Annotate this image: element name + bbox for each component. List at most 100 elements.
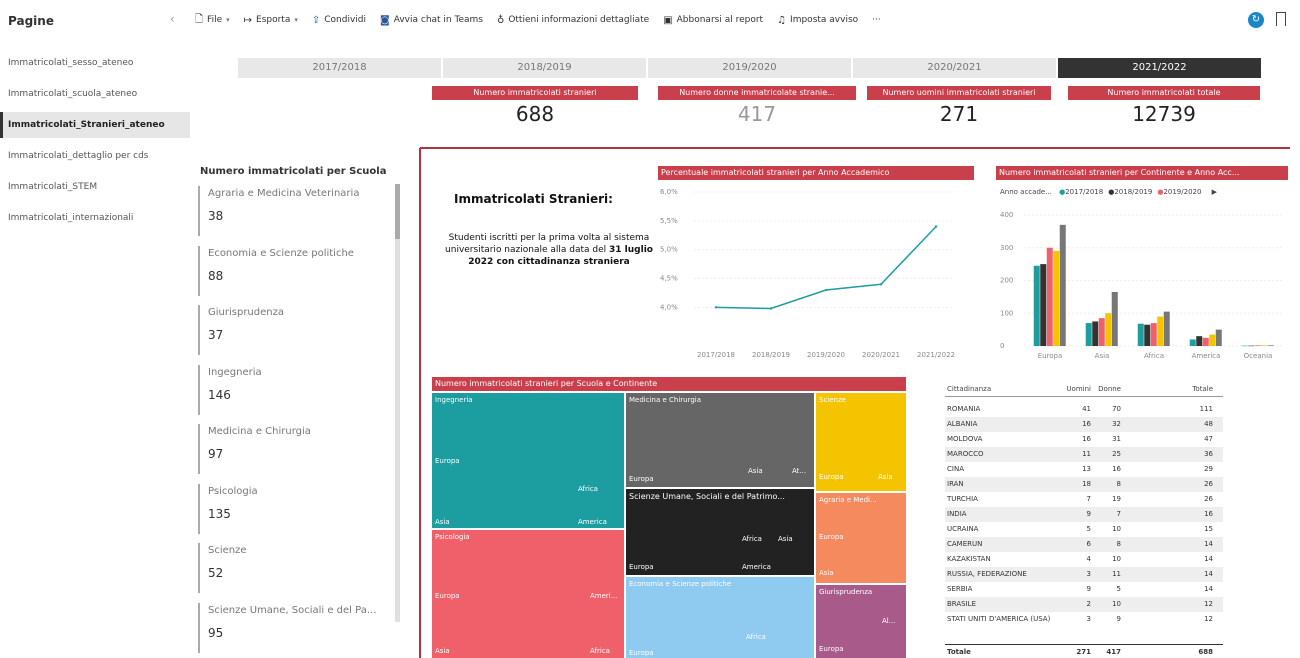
page-tab[interactable]: Immatricolati_Stranieri_ateneo bbox=[0, 112, 190, 138]
bar[interactable] bbox=[1209, 334, 1216, 346]
bar[interactable] bbox=[1046, 247, 1053, 346]
bar[interactable] bbox=[1111, 291, 1118, 346]
export-menu[interactable]: ↦ Esporta ▾ bbox=[244, 15, 298, 26]
year-slicer-button[interactable]: 2018/2019 bbox=[443, 58, 646, 78]
y-tick-label: 200 bbox=[1000, 277, 1013, 285]
table-cell: 13 bbox=[1082, 465, 1091, 473]
bar[interactable] bbox=[1254, 345, 1261, 346]
year-slicer-button[interactable]: 2019/2020 bbox=[648, 58, 851, 78]
table-cell: 7 bbox=[1116, 510, 1121, 518]
bar[interactable] bbox=[1137, 323, 1144, 346]
bar[interactable] bbox=[1144, 324, 1151, 346]
legend-item[interactable]: ●2019/2020 bbox=[1157, 188, 1201, 196]
treemap-scienze-umane[interactable]: Scienze Umane, Sociali e del Patrimo... … bbox=[626, 489, 814, 575]
bar-chart-legend: Anno accade... ●2017/2018 ●2018/2019 ●2019… bbox=[1000, 188, 1217, 196]
table-cell: 47 bbox=[1204, 435, 1213, 443]
bar[interactable] bbox=[1059, 224, 1066, 346]
line-point[interactable] bbox=[879, 283, 883, 286]
table-cell: 417 bbox=[1106, 648, 1121, 656]
table-cell: 31 bbox=[1112, 435, 1121, 443]
share-button[interactable]: ⇪ Condividi bbox=[312, 15, 366, 26]
scrollbar-thumb[interactable] bbox=[395, 184, 400, 239]
table-cell: UCRAINA bbox=[947, 525, 979, 533]
line-chart-title: Percentuale immatricolati stranieri per … bbox=[658, 166, 974, 180]
bar[interactable] bbox=[1189, 339, 1196, 346]
y-tick-label: 400 bbox=[1000, 211, 1013, 219]
scuola-name[interactable]: Agraria e Medicina Veterinaria bbox=[208, 188, 359, 199]
line-point[interactable] bbox=[769, 307, 773, 310]
legend-next-icon[interactable]: ▶ bbox=[1212, 188, 1217, 196]
x-tick-label: Europa bbox=[1038, 352, 1063, 360]
page-tab[interactable]: Immatricolati_sesso_ateneo bbox=[0, 50, 190, 76]
bar[interactable] bbox=[1267, 345, 1274, 346]
bar[interactable] bbox=[1202, 337, 1209, 346]
legend-item[interactable]: ●2018/2019 bbox=[1108, 188, 1152, 196]
bar[interactable] bbox=[1053, 251, 1060, 346]
bar[interactable] bbox=[1040, 264, 1047, 346]
file-menu[interactable]: 🗋 File ▾ bbox=[195, 12, 230, 29]
refresh-icon[interactable]: ↻ bbox=[1248, 12, 1264, 28]
line-series[interactable] bbox=[715, 226, 937, 310]
bar[interactable] bbox=[1248, 345, 1255, 347]
table-row: TURCHIA 7 19 26 bbox=[945, 492, 1223, 507]
subscribe-icon: ▣ bbox=[663, 14, 673, 26]
treemap[interactable]: Ingegneria Europa Africa Asia America Ps… bbox=[432, 393, 906, 658]
bar[interactable] bbox=[1085, 323, 1092, 346]
bar[interactable] bbox=[1215, 329, 1222, 346]
bar-chart[interactable]: 0 100 200 300 400 Europa Asia Africa America Ocea… bbox=[996, 200, 1288, 366]
bar[interactable] bbox=[1241, 345, 1248, 347]
line-point[interactable] bbox=[824, 288, 828, 292]
scuola-name[interactable]: Ingegneria bbox=[208, 367, 262, 378]
subscribe-button[interactable]: ▣ Abbonarsi al report bbox=[663, 15, 763, 26]
bar[interactable] bbox=[1157, 316, 1164, 346]
bookmark-icon[interactable] bbox=[1276, 12, 1286, 26]
table-cell: 7 bbox=[1086, 495, 1091, 503]
bar[interactable] bbox=[1196, 336, 1203, 346]
treemap-psicologia[interactable]: Psicologia Europa Ameri... Asia Africa bbox=[432, 530, 624, 658]
year-slicer-button[interactable]: 2021/2022 bbox=[1058, 58, 1261, 78]
year-slicer-button[interactable]: 2020/2021 bbox=[853, 58, 1056, 78]
line-chart[interactable]: 4,0% 4,5% 5,0% 5,5% 6,0% 2017/2018 2018/2019 20… bbox=[658, 182, 974, 366]
y-tick-label: 5,0% bbox=[660, 246, 678, 254]
page-tab[interactable]: Immatricolati_internazionali bbox=[0, 205, 190, 231]
bar[interactable] bbox=[1261, 345, 1268, 346]
collapse-pane-icon[interactable]: ‹ bbox=[170, 12, 175, 26]
bar[interactable] bbox=[1163, 311, 1170, 346]
page-tab[interactable]: Immatricolati_dettaglio per cds bbox=[0, 143, 190, 169]
teams-chat-button[interactable]: ◙ Avvia chat in Teams bbox=[380, 15, 483, 26]
legend-item[interactable]: ●2017/2018 bbox=[1059, 188, 1103, 196]
treemap-giurisprudenza[interactable]: Giurisprudenza Al... Europa bbox=[816, 585, 906, 658]
table-cell: 25 bbox=[1112, 450, 1121, 458]
bar[interactable] bbox=[1033, 265, 1040, 346]
table-row: MOLDOVA 16 31 47 bbox=[945, 432, 1223, 447]
kpi-value: 271 bbox=[939, 102, 979, 126]
scuola-name[interactable]: Giurisprudenza bbox=[208, 307, 284, 318]
bar[interactable] bbox=[1150, 323, 1157, 346]
scuola-name[interactable]: Economia e Scienze politiche bbox=[208, 248, 354, 259]
scuola-value: 38 bbox=[208, 209, 224, 223]
page-tab[interactable]: Immatricolati_STEM bbox=[0, 174, 190, 200]
bar[interactable] bbox=[1098, 318, 1105, 346]
scuola-name[interactable]: Medicina e Chirurgia bbox=[208, 426, 311, 437]
more-options-button[interactable]: ··· bbox=[872, 15, 881, 25]
treemap-scienze[interactable]: Scienze Europa Asia bbox=[816, 393, 906, 491]
treemap-ingegneria[interactable]: Ingegneria Europa Africa Asia America bbox=[432, 393, 624, 528]
alert-button[interactable]: ♫ Imposta avviso bbox=[777, 15, 858, 26]
treemap-medicina[interactable]: Medicina e Chirurgia Europa Asia At... bbox=[626, 393, 814, 487]
table-row: ROMANIA 41 70 111 bbox=[945, 402, 1223, 417]
treemap-title: Numero immatricolati stranieri per Scuol… bbox=[432, 377, 906, 391]
page-tab[interactable]: Immatricolati_scuola_ateneo bbox=[0, 81, 190, 107]
line-point[interactable] bbox=[934, 225, 938, 228]
kpi-label: Numero uomini immatricolati stranieri bbox=[867, 86, 1051, 100]
bar[interactable] bbox=[1092, 321, 1099, 346]
year-slicer-button[interactable]: 2017/2018 bbox=[238, 58, 441, 78]
bar[interactable] bbox=[1105, 313, 1112, 346]
treemap-agraria[interactable]: Agraria e Medi... Europa Asia bbox=[816, 493, 906, 583]
scuola-name[interactable]: Scienze bbox=[208, 545, 247, 556]
insights-button[interactable]: ♁ Ottieni informazioni dettagliate bbox=[497, 15, 649, 26]
treemap-economia[interactable]: Economia e Scienze politiche Africa Euro… bbox=[626, 577, 814, 658]
line-point[interactable] bbox=[714, 306, 718, 309]
scrollbar-track[interactable] bbox=[395, 184, 400, 622]
scuola-name[interactable]: Psicologia bbox=[208, 486, 258, 497]
scuola-name[interactable]: Scienze Umane, Sociali e del Pa... bbox=[208, 605, 376, 616]
